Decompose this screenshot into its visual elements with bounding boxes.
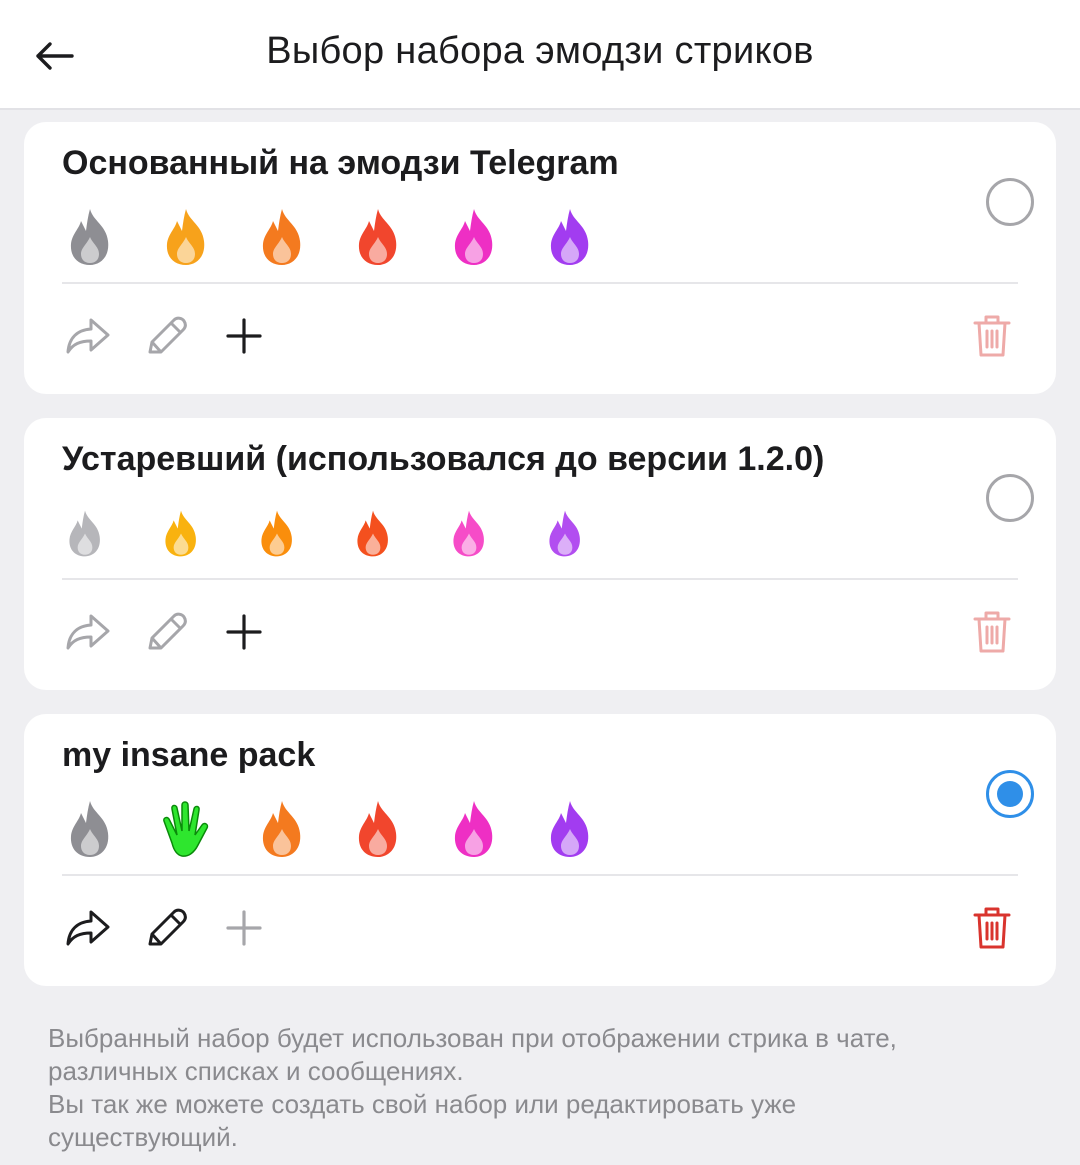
share-button[interactable] xyxy=(60,902,116,958)
pack-radio[interactable] xyxy=(986,474,1034,522)
plus-icon xyxy=(224,316,264,361)
delete-button[interactable] xyxy=(964,310,1020,366)
pack-actions xyxy=(60,310,1020,370)
trash-icon xyxy=(971,312,1013,365)
divider xyxy=(62,874,1018,876)
pack-card[interactable]: my insane pack xyxy=(24,714,1056,986)
footer-line: Вы так же можете создать свой набор или … xyxy=(48,1089,797,1119)
emoji-row xyxy=(62,498,638,568)
fire-orange-emoji xyxy=(254,202,350,272)
fire-yellow-emoji xyxy=(158,498,254,568)
pack-title: Устаревший (использовался до версии 1.2.… xyxy=(62,440,825,478)
share-icon xyxy=(65,908,111,953)
pack-radio[interactable] xyxy=(986,178,1034,226)
pack-title: my insane pack xyxy=(62,736,316,774)
fire-pink-emoji xyxy=(446,202,542,272)
fire-yellow-emoji xyxy=(158,202,254,272)
fire-orange-emoji xyxy=(254,498,350,568)
pack-card[interactable]: Устаревший (использовался до версии 1.2.… xyxy=(24,418,1056,690)
share-icon xyxy=(65,612,111,657)
edit-button[interactable] xyxy=(138,606,194,662)
fire-purple-emoji xyxy=(542,794,638,864)
edit-button[interactable] xyxy=(138,902,194,958)
waving-hand-green-emoji xyxy=(158,794,254,864)
pencil-icon xyxy=(144,610,188,659)
plus-icon xyxy=(224,908,264,953)
emoji-row xyxy=(62,794,638,864)
fire-grey-emoji xyxy=(62,794,158,864)
fire-grey-emoji xyxy=(62,202,158,272)
delete-button[interactable] xyxy=(964,606,1020,662)
pack-actions xyxy=(60,606,1020,666)
pack-card[interactable]: Основанный на эмодзи Telegram xyxy=(24,122,1056,394)
footer-line: различных списках и сообщениях. xyxy=(48,1056,464,1086)
trash-icon xyxy=(971,904,1013,957)
app-bar: Выбор набора эмодзи стриков xyxy=(0,0,1080,110)
add-button[interactable] xyxy=(216,310,272,366)
plus-icon xyxy=(224,612,264,657)
add-button[interactable] xyxy=(216,902,272,958)
add-button[interactable] xyxy=(216,606,272,662)
share-button[interactable] xyxy=(60,606,116,662)
delete-button[interactable] xyxy=(964,902,1020,958)
trash-icon xyxy=(971,608,1013,661)
share-button[interactable] xyxy=(60,310,116,366)
fire-red-emoji xyxy=(350,498,446,568)
pack-title: Основанный на эмодзи Telegram xyxy=(62,144,619,182)
edit-button[interactable] xyxy=(138,310,194,366)
pack-radio[interactable] xyxy=(986,770,1034,818)
fire-red-emoji xyxy=(350,202,446,272)
footer-line: существующий. xyxy=(48,1122,238,1152)
divider xyxy=(62,282,1018,284)
pencil-icon xyxy=(144,906,188,955)
fire-purple-emoji xyxy=(542,202,638,272)
fire-grey-emoji xyxy=(62,498,158,568)
emoji-row xyxy=(62,202,638,272)
pencil-icon xyxy=(144,314,188,363)
footer-hint: Выбранный набор будет использован при от… xyxy=(48,1022,1008,1154)
fire-pink-emoji xyxy=(446,498,542,568)
fire-orange-emoji xyxy=(254,794,350,864)
share-icon xyxy=(65,316,111,361)
fire-pink-emoji xyxy=(446,794,542,864)
pack-actions xyxy=(60,902,1020,962)
divider xyxy=(62,578,1018,580)
fire-red-emoji xyxy=(350,794,446,864)
page-title: Выбор набора эмодзи стриков xyxy=(266,30,814,72)
footer-line: Выбранный набор будет использован при от… xyxy=(48,1023,897,1053)
fire-purple-emoji xyxy=(542,498,638,568)
